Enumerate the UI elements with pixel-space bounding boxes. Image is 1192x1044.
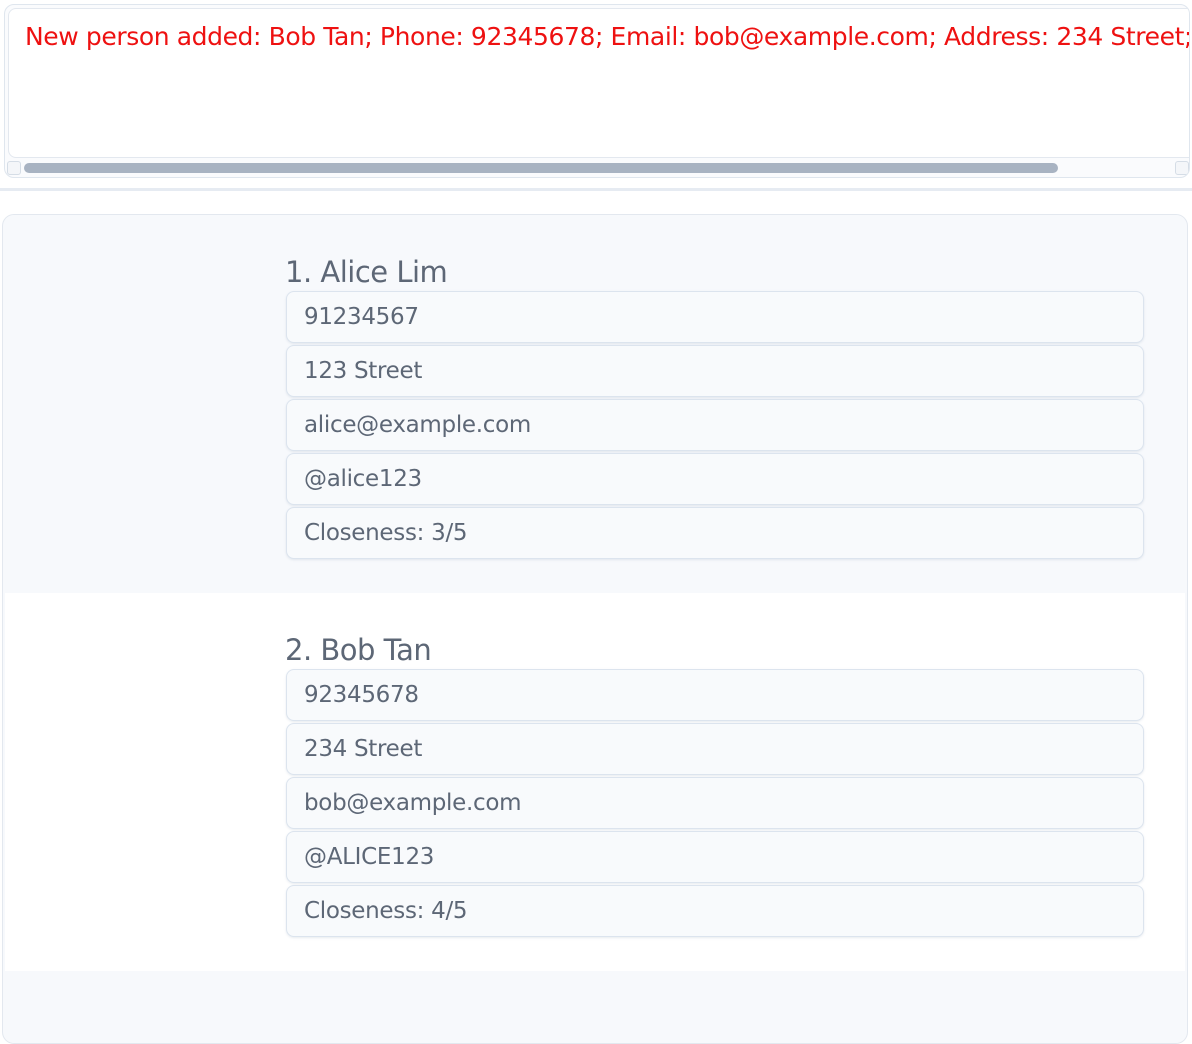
person-card[interactable]: 2. Bob Tan 92345678 234 Street bob@examp…	[5, 593, 1185, 971]
phone-field: 92345678	[286, 669, 1144, 721]
result-display-textarea[interactable]: New person added: Bob Tan; Phone: 923456…	[8, 8, 1190, 158]
person-name: 1. Alice Lim	[285, 255, 448, 289]
phone-field: 91234567	[286, 291, 1144, 343]
address-label: 234 Street	[304, 736, 423, 762]
telegram-field: @alice123	[286, 453, 1144, 505]
address-label: 123 Street	[304, 358, 423, 384]
phone-label: 91234567	[304, 304, 419, 330]
person-name: 2. Bob Tan	[285, 633, 432, 667]
address-field: 234 Street	[286, 723, 1144, 775]
person-list-panel: 1. Alice Lim 91234567 123 Street alice@e…	[2, 214, 1188, 1044]
email-label: alice@example.com	[304, 412, 532, 438]
telegram-label: @alice123	[304, 466, 422, 492]
phone-label: 92345678	[304, 682, 419, 708]
closeness-field: Closeness: 4/5	[286, 885, 1144, 937]
person-card-partial[interactable]	[5, 971, 1185, 1043]
email-label: bob@example.com	[304, 790, 522, 816]
scrollbar-thumb[interactable]	[24, 163, 1058, 173]
person-card[interactable]: 1. Alice Lim 91234567 123 Street alice@e…	[5, 215, 1185, 593]
email-field: bob@example.com	[286, 777, 1144, 829]
result-message: New person added: Bob Tan; Phone: 923456…	[25, 22, 1190, 51]
telegram-field: @ALICE123	[286, 831, 1144, 883]
closeness-label: Closeness: 3/5	[304, 520, 468, 546]
panel-divider[interactable]	[0, 188, 1192, 191]
email-field: alice@example.com	[286, 399, 1144, 451]
horizontal-scrollbar[interactable]	[5, 159, 1189, 177]
closeness-label: Closeness: 4/5	[304, 898, 468, 924]
closeness-field: Closeness: 3/5	[286, 507, 1144, 559]
address-field: 123 Street	[286, 345, 1144, 397]
scroll-left-button[interactable]	[7, 161, 21, 175]
result-display-panel: New person added: Bob Tan; Phone: 923456…	[4, 4, 1190, 178]
scroll-right-button[interactable]	[1175, 161, 1189, 175]
telegram-label: @ALICE123	[304, 844, 435, 870]
